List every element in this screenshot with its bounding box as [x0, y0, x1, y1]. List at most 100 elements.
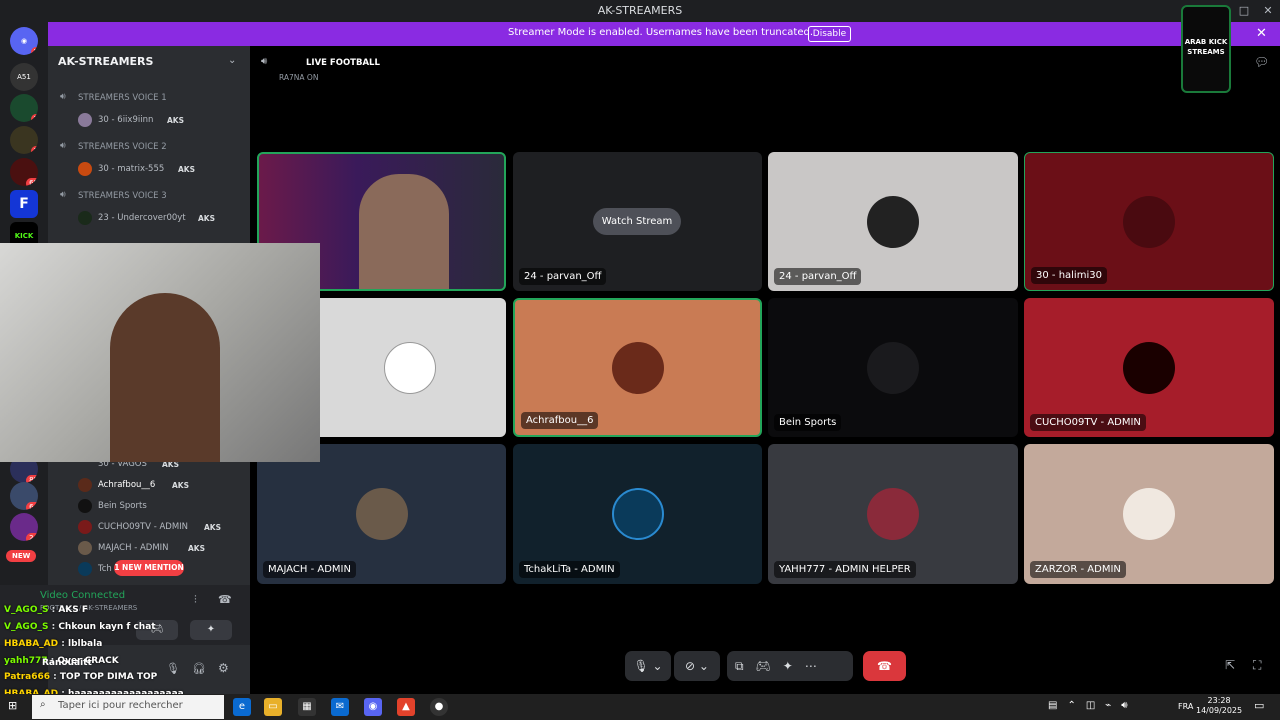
voice-channel-1[interactable]: STREAMERS VOICE 1 [78, 93, 167, 103]
edge-icon[interactable]: e [233, 698, 251, 716]
avatar [78, 162, 92, 176]
headphones-icon[interactable]: 🎧︎ [192, 662, 206, 675]
screen-share-group[interactable]: ⧉🎮︎✦⋯ [727, 651, 853, 681]
language-indicator[interactable]: FRA [1178, 702, 1193, 711]
member-name: 30 - 6iix9iinn [98, 115, 154, 125]
avatar [611, 488, 664, 540]
close-icon[interactable]: ✕ [1256, 26, 1267, 41]
avatar [867, 341, 919, 394]
avatar [78, 113, 92, 127]
disconnect-icon[interactable]: ☎ [218, 593, 232, 606]
call-channel-name: LIVE FOOTBALL [306, 58, 380, 68]
call-subtitle: RA7NA ON [279, 73, 319, 82]
member-tag: AKS [167, 116, 185, 125]
mail-icon[interactable]: ✉ [331, 698, 349, 716]
participant-tile[interactable]: Bein Sports [768, 298, 1018, 437]
obs-icon[interactable]: ● [430, 698, 448, 716]
avatar [78, 211, 92, 225]
new-badge: NEW [6, 550, 37, 562]
member-name: Bein Sports [98, 501, 147, 511]
member-name: Achrafbou__6 [98, 480, 156, 490]
member-tag: AKS [188, 544, 206, 553]
server-icon[interactable]: 24 [10, 513, 38, 541]
participant-tile[interactable]: 24 - parvan_Off [768, 152, 1018, 291]
member-name: CUCHO09TV - ADMIN [98, 522, 189, 532]
tile-label: TchakLiTa - ADMIN [519, 561, 620, 578]
notification-icon[interactable]: ▭ [1254, 699, 1264, 712]
server-icon[interactable]: 69 [10, 158, 38, 186]
tile-label: Bein Sports [774, 414, 842, 431]
signal-icon[interactable]: ⫶ [194, 593, 197, 607]
avatar [78, 562, 92, 576]
avatar [1123, 488, 1175, 540]
participant-tile[interactable]: 30 - halimi30 [1024, 152, 1274, 291]
avatar [383, 341, 436, 394]
new-mention-pill[interactable]: 1 NEW MENTION [114, 560, 184, 576]
chat-line: HBABA_AD : lblbala [4, 639, 103, 649]
disable-button[interactable]: Disable [808, 26, 851, 42]
store-icon[interactable]: ▦ [298, 698, 316, 716]
member-name: Tch [98, 564, 112, 574]
avatar [78, 520, 92, 534]
search-icon: ⌕ [40, 699, 46, 710]
tile-label: CUCHO09TV - ADMIN [1030, 414, 1146, 431]
brave-icon[interactable]: ▲ [397, 698, 415, 716]
overlay-name: Ranouaitt [42, 658, 92, 668]
streamer-mode-banner: Streamer Mode is enabled. Usernames have… [48, 22, 1280, 46]
chat-icon[interactable]: 💬︎ [1254, 55, 1269, 69]
popout-icon[interactable]: ⇱ [1225, 658, 1235, 672]
participant-tile[interactable]: ZARZOR - ADMIN [1024, 444, 1274, 584]
tile-label: Achrafbou__6 [521, 412, 599, 429]
soundboard-button[interactable]: ✦ [190, 620, 232, 640]
watch-stream-button[interactable]: Watch Stream [593, 208, 681, 235]
explorer-icon[interactable]: ▭ [264, 698, 282, 716]
voice-channel-2[interactable]: STREAMERS VOICE 2 [78, 142, 167, 152]
tile-label: 24 - parvan_Off [774, 268, 862, 285]
tile-label: ZARZOR - ADMIN [1030, 561, 1126, 578]
guild-name[interactable]: AK-STREAMERS [58, 55, 153, 68]
member-name: 30 - matrix-555 [98, 164, 165, 174]
fullscreen-icon[interactable]: ⛶ [1253, 658, 1261, 673]
camera-toggle[interactable]: ⊘ ⌄ [674, 651, 720, 681]
taskbar-search[interactable]: Taper ici pour rechercher [32, 695, 224, 719]
participant-tile[interactable]: YAHH777 - ADMIN HELPER [768, 444, 1018, 584]
server-icon[interactable]: 7 [10, 94, 38, 122]
chevron-down-icon[interactable]: ⌄ [228, 55, 236, 66]
mic-toggle[interactable]: 🎙︎ ⌄ [625, 651, 671, 681]
leave-call-button[interactable]: ☎ [863, 651, 906, 681]
banner-message: Streamer Mode is enabled. Usernames have… [508, 27, 813, 38]
avatar [355, 488, 408, 540]
window-titlebar: AK-STREAMERS □ ✕ [0, 0, 1280, 22]
clock-date: 14/09/2025 [1196, 706, 1243, 715]
participant-tile[interactable]: CUCHO09TV - ADMIN [1024, 298, 1274, 437]
avatar [78, 499, 92, 513]
voice-channel-3[interactable]: STREAMERS VOICE 3 [78, 191, 167, 201]
avatar [611, 341, 664, 394]
windows-start-icon[interactable]: ⊞ [8, 699, 17, 712]
server-icon[interactable]: F [10, 190, 38, 218]
server-icon[interactable]: 2 [10, 126, 38, 154]
tile-label: YAHH777 - ADMIN HELPER [774, 561, 916, 578]
participant-tile[interactable]: Achrafbou__6 [513, 298, 762, 437]
webcam-person [110, 293, 220, 462]
discord-home-icon[interactable]: ◉ 5 [10, 27, 38, 55]
voice-status: Video Connected [40, 590, 126, 601]
discord-taskbar-icon[interactable]: ◉ [364, 698, 382, 716]
settings-icon[interactable]: ⚙ [218, 661, 229, 675]
participant-tile[interactable]: TchakLiTa - ADMIN [513, 444, 762, 584]
webcam-overlay [0, 243, 320, 462]
speaker-icon: 🔊︎ [261, 56, 268, 67]
tile-label: 24 - parvan_Off [519, 268, 607, 285]
maximize-icon[interactable]: □ [1236, 4, 1252, 17]
server-icon[interactable]: 64 [10, 482, 38, 510]
mic-icon[interactable]: 🎙︎ [166, 662, 180, 675]
avatar [78, 541, 92, 555]
member-tag: AKS [178, 165, 196, 174]
avatar [78, 478, 92, 492]
server-icon[interactable]: A51 [10, 63, 38, 91]
clock-time: 23:28 [1207, 696, 1231, 705]
close-window-icon[interactable]: ✕ [1260, 4, 1276, 17]
clock[interactable]: 23:28 14/09/2025 [1196, 696, 1242, 716]
participant-tile[interactable]: MAJACH - ADMIN [257, 444, 506, 584]
tray-icons[interactable]: ▤⌃◫⌁🔊︎ [1048, 700, 1138, 711]
